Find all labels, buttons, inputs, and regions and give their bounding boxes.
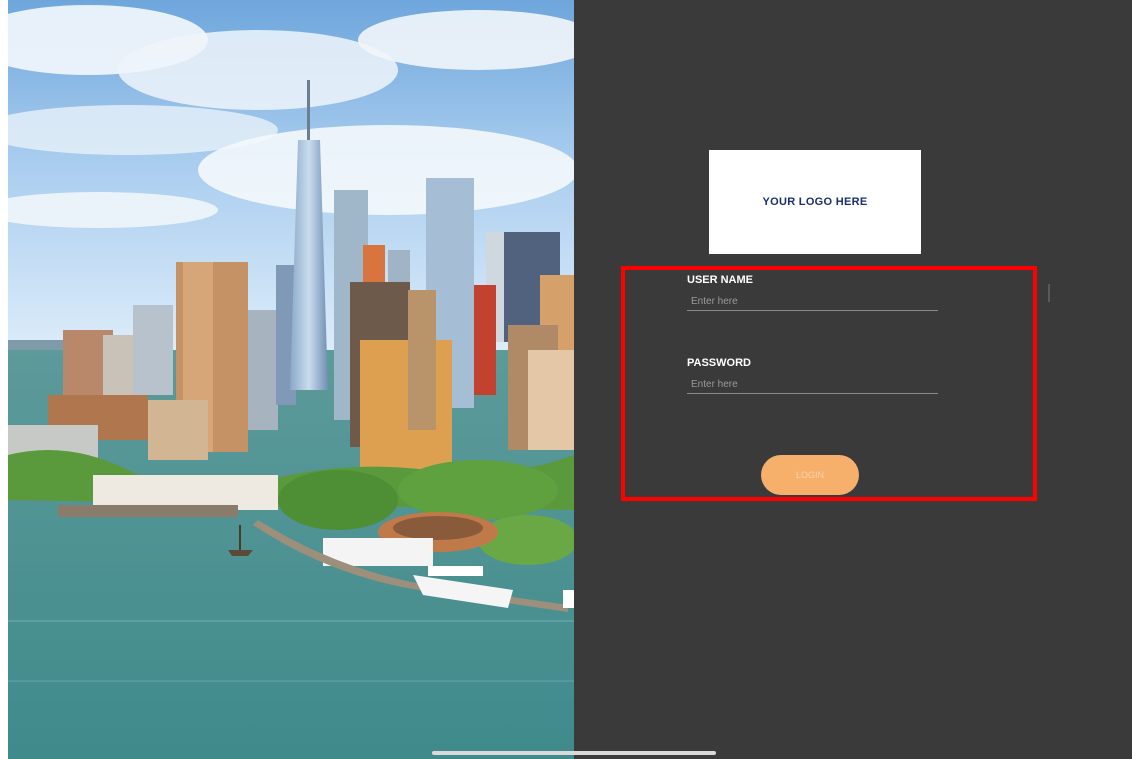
- logo-text: YOUR LOGO HERE: [762, 196, 868, 208]
- username-input[interactable]: [687, 292, 938, 311]
- username-label: USER NAME: [687, 274, 754, 286]
- login-screen: YOUR LOGO HERE USER NAME PASSWORD LOGIN: [0, 0, 1132, 759]
- home-indicator[interactable]: [432, 751, 716, 755]
- logo-placeholder: YOUR LOGO HERE: [709, 150, 921, 254]
- password-input[interactable]: [687, 375, 938, 394]
- password-label: PASSWORD: [687, 357, 751, 369]
- city-skyline-photo: [8, 0, 574, 759]
- login-button[interactable]: LOGIN: [761, 455, 859, 495]
- scrollbar[interactable]: [1048, 284, 1050, 302]
